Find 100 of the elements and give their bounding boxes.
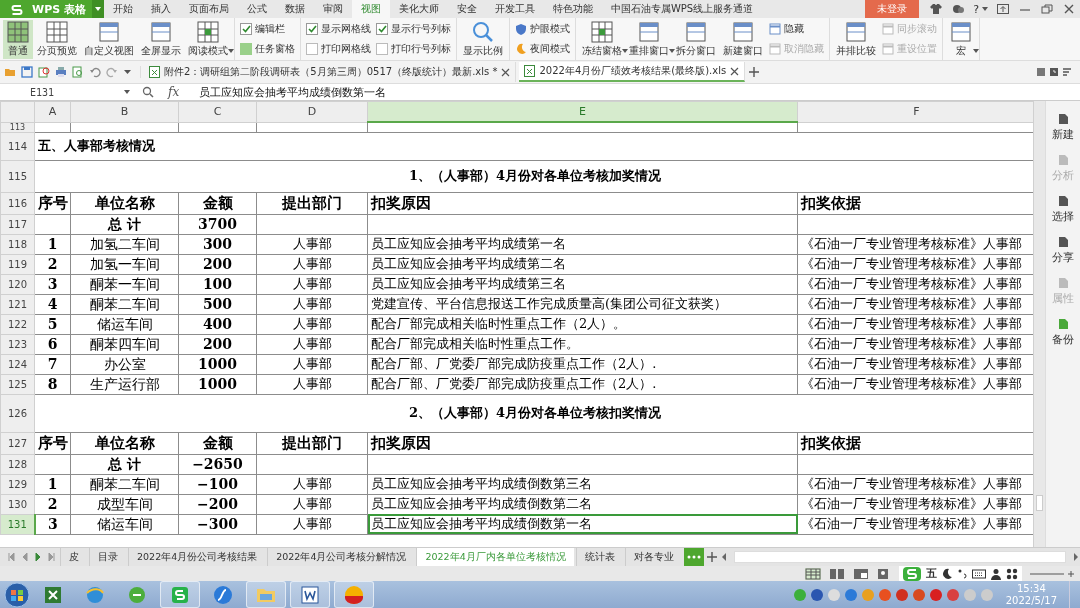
pin-window-icon[interactable] (997, 4, 1009, 14)
list-icon[interactable] (1062, 67, 1072, 77)
close-icon[interactable] (501, 67, 511, 77)
table-cell[interactable]: 3 (34, 514, 71, 534)
checkbox[interactable] (376, 23, 388, 35)
row-header[interactable]: 128 (0, 454, 35, 474)
row-header[interactable]: 127 (0, 432, 35, 454)
table-cell[interactable]: 2 (34, 494, 71, 514)
print-icon[interactable] (55, 66, 67, 78)
table-cell[interactable]: 办公室 (70, 354, 179, 374)
table-cell[interactable]: 成型车间 (70, 494, 179, 514)
table-cell[interactable]: 1 (34, 474, 71, 494)
row-header[interactable]: 113 (0, 122, 35, 132)
table-cell[interactable]: 员工应知应会抽考平均成绩第一名 (367, 234, 798, 254)
column-header[interactable]: A (34, 101, 71, 122)
table-cell[interactable]: 配合厂部完成相关临时性重点工作（2人）。 (367, 314, 798, 334)
checkbox[interactable] (240, 23, 252, 35)
table-cell[interactable]: 配合厂部、厂党委厂部完成防疫重点工作（2人）. (367, 374, 798, 394)
ribbon-button[interactable]: 阅读模式 (185, 19, 231, 59)
restore-icon[interactable] (1041, 4, 1053, 14)
table-cell[interactable]: −2650 (178, 454, 257, 474)
ribbon-button[interactable]: 分页预览 (34, 19, 80, 59)
row-header[interactable]: 117 (0, 214, 35, 234)
table-cell[interactable]: 人事部 (256, 254, 368, 274)
row-header[interactable]: 120 (0, 274, 35, 294)
table-cell[interactable]: 员工应知应会抽考平均成绩倒数第三名 (367, 474, 798, 494)
document-icon[interactable] (1036, 67, 1046, 77)
table-cell[interactable]: 1000 (178, 354, 257, 374)
save-icon[interactable] (21, 66, 33, 78)
menu-tab[interactable]: 页面布局 (179, 0, 238, 18)
more-button[interactable] (683, 548, 704, 566)
ribbon-button[interactable]: 全屏显示 (138, 19, 184, 59)
column-header[interactable]: B (70, 101, 179, 122)
column-title[interactable]: 序号 (34, 192, 71, 214)
reading-icon[interactable] (877, 567, 891, 580)
row-header[interactable]: 124 (0, 354, 35, 374)
table-cell[interactable]: 500 (178, 294, 257, 314)
redo-icon[interactable] (106, 66, 118, 78)
ribbon-button[interactable]: 显示比例 (460, 19, 506, 59)
help-button[interactable]: ? (973, 2, 988, 16)
punctuation-icon[interactable] (957, 567, 967, 580)
menu-tab[interactable]: 特色功能 (543, 0, 602, 18)
table-cell[interactable]: 人事部 (256, 334, 368, 354)
row-header[interactable]: 130 (0, 494, 35, 514)
table-cell[interactable]: 酮苯二车间 (70, 294, 179, 314)
cell-reference-field[interactable]: E131 (0, 86, 136, 98)
ribbon-button[interactable]: 宏 (946, 19, 976, 59)
folder-icon[interactable] (4, 66, 16, 78)
undo-icon[interactable] (89, 66, 101, 78)
table-cell[interactable]: 7 (34, 354, 71, 374)
table-cell[interactable]: −100 (178, 474, 257, 494)
table-cell[interactable]: 储运车间 (70, 314, 179, 334)
table-cell[interactable]: 人事部 (256, 274, 368, 294)
tray-icon[interactable] (894, 587, 909, 602)
column-title[interactable]: 扣奖原因 (367, 192, 798, 214)
menu-tab[interactable]: 视图 (351, 0, 390, 18)
ribbon-button[interactable]: 自定义视图 (81, 19, 137, 59)
scrollbar[interactable] (733, 551, 1066, 563)
side-panel-button[interactable]: 备份 (1052, 318, 1075, 347)
ribbon-button[interactable]: 重排窗口 (626, 19, 672, 59)
column-title[interactable]: 提出部门 (256, 192, 368, 214)
menu-tab[interactable]: 开始 (103, 0, 142, 18)
column-title[interactable]: 单位名称 (70, 432, 179, 454)
table-cell[interactable]: 人事部 (256, 514, 368, 534)
table-cell[interactable]: 配合厂部完成相关临时性重点工作。 (367, 334, 798, 354)
table-cell[interactable]: 4 (34, 294, 71, 314)
table-cell[interactable]: 人事部 (256, 354, 368, 374)
tray-icon[interactable] (809, 587, 824, 602)
tray-icon[interactable] (945, 587, 960, 602)
table-cell[interactable]: 3700 (178, 214, 257, 234)
table-cell[interactable]: 人事部 (256, 474, 368, 494)
row-header[interactable]: 115 (0, 160, 35, 192)
row-header[interactable]: 118 (0, 234, 35, 254)
scrollbar[interactable] (1033, 101, 1046, 547)
table-cell[interactable]: 400 (178, 314, 257, 334)
row-header[interactable]: 119 (0, 254, 35, 274)
table-cell[interactable]: 人事部 (256, 234, 368, 254)
column-title[interactable]: 单位名称 (70, 192, 179, 214)
layout-view-icon[interactable] (853, 567, 869, 580)
menu-tab[interactable]: 美化大师 (389, 0, 448, 18)
table-cell[interactable]: 1 (34, 234, 71, 254)
table-cell[interactable]: 储运车间 (70, 514, 179, 534)
table-cell[interactable]: 酮苯二车间 (70, 474, 179, 494)
table-cell[interactable]: 党建宣传、平台信息报送工作完成质量高(集团公司征文获奖） (367, 294, 798, 314)
row-header[interactable]: 123 (0, 334, 35, 354)
column-header[interactable]: F (797, 101, 1034, 122)
normal-view-icon[interactable] (805, 567, 821, 580)
table-cell[interactable]: 6 (34, 334, 71, 354)
apps-icon[interactable] (1006, 567, 1018, 580)
close-icon[interactable] (730, 66, 740, 76)
ribbon-button[interactable]: 新建窗口 (720, 19, 766, 59)
tray-icon[interactable] (928, 587, 943, 602)
table-cell[interactable]: 人事部 (256, 374, 368, 394)
ribbon-button[interactable]: 拆分窗口 (673, 19, 719, 59)
table-cell[interactable]: 员工应知应会抽考平均成绩倒数第一名 (367, 514, 798, 534)
preview-icon[interactable] (72, 66, 84, 78)
row-header[interactable]: 121 (0, 294, 35, 314)
formula-label[interactable]: fx (160, 85, 188, 99)
table-cell[interactable]: 300 (178, 234, 257, 254)
taskbar-button[interactable] (160, 581, 200, 608)
